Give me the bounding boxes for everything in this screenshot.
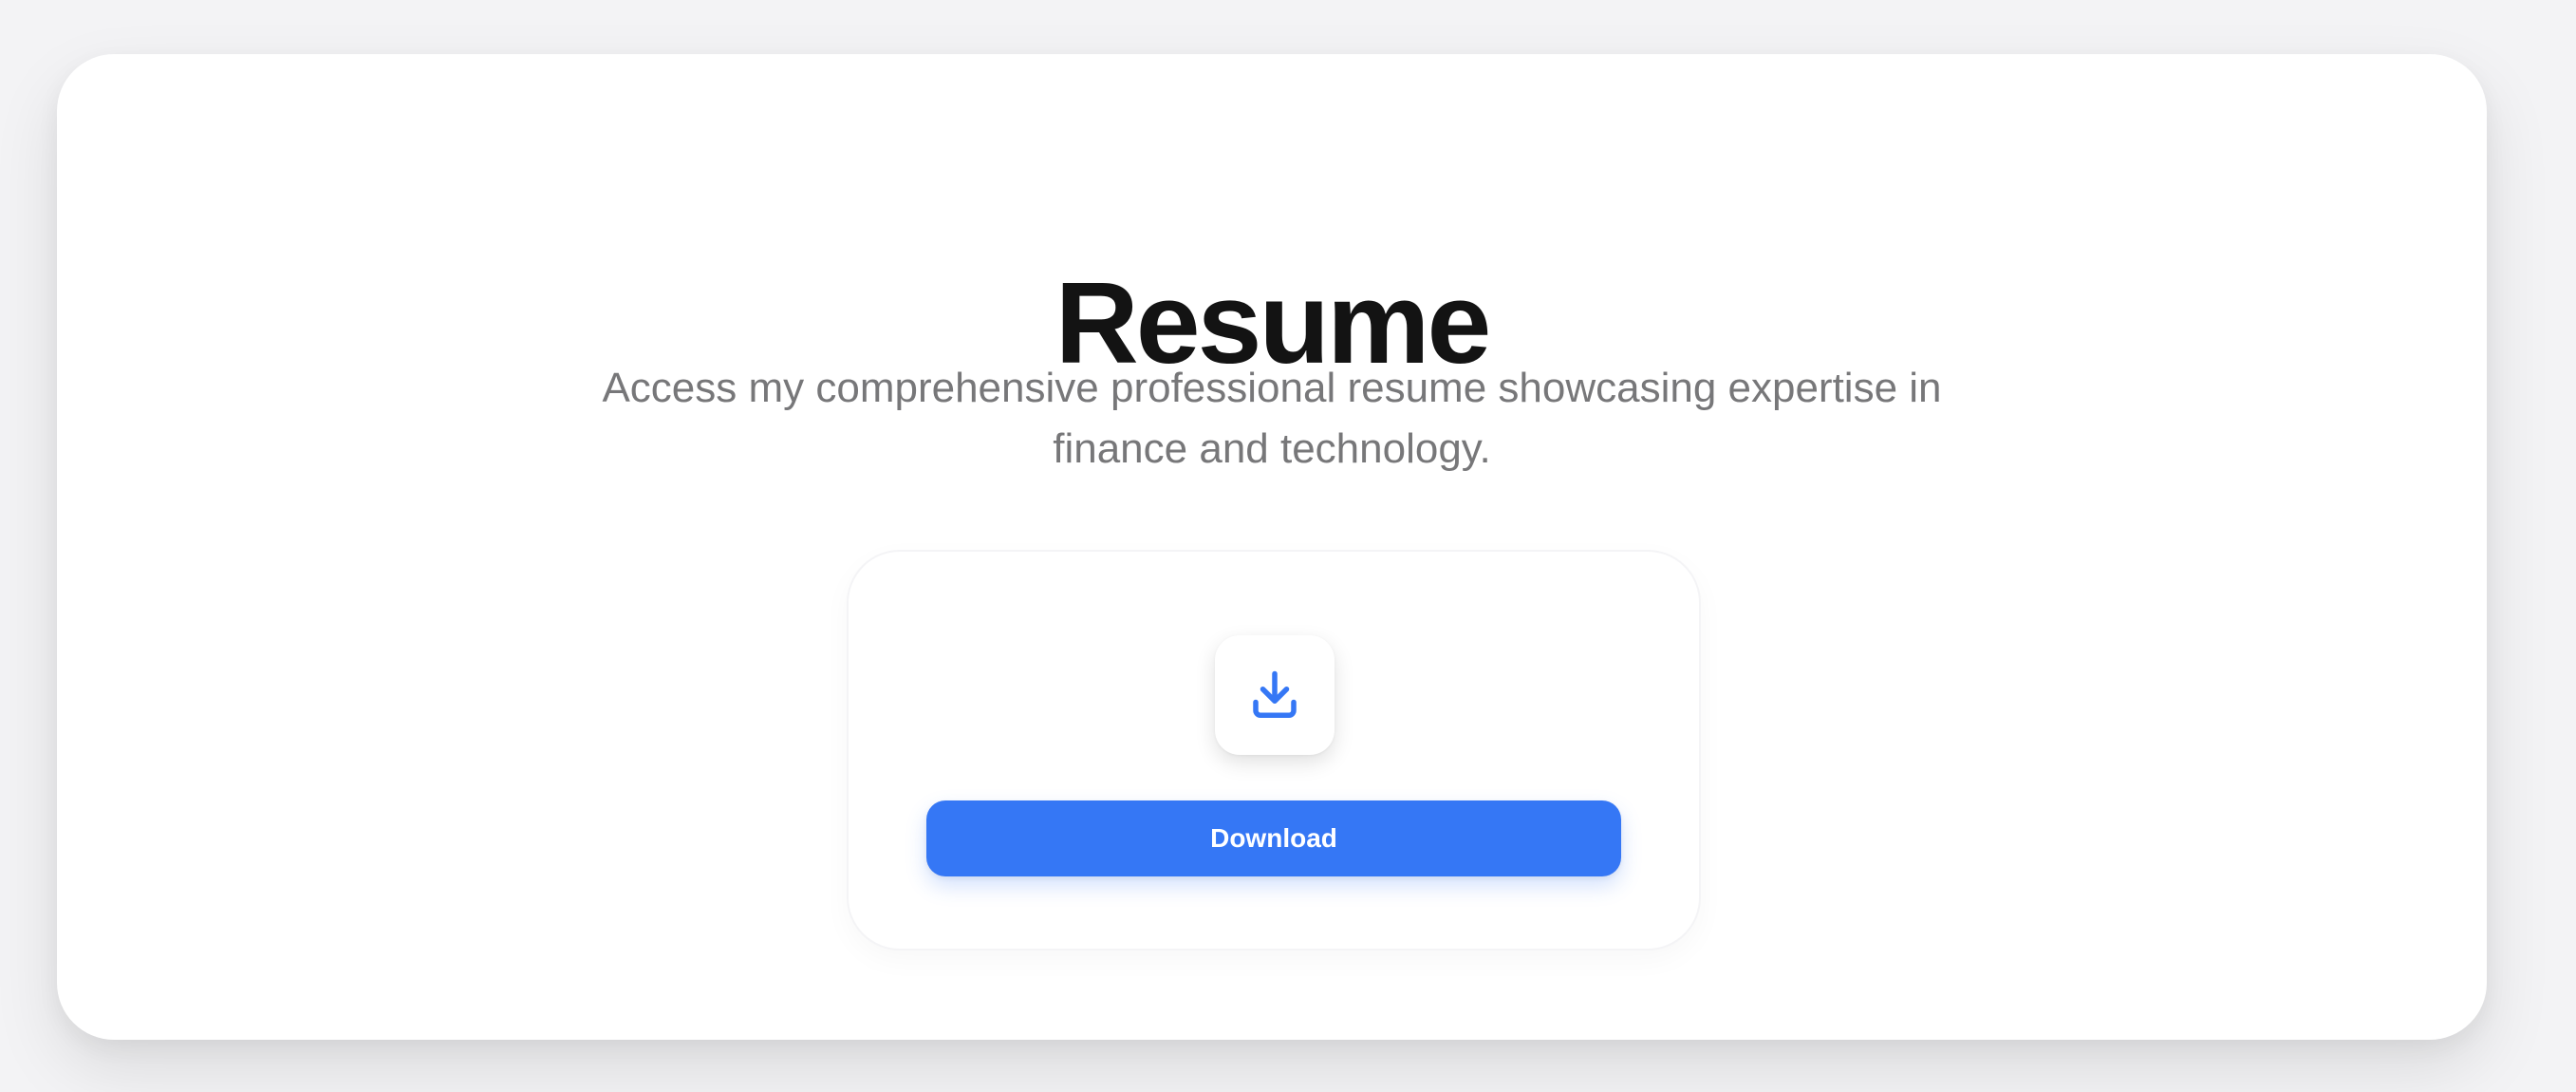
download-icon <box>1253 670 1297 718</box>
download-icon-tile <box>1215 635 1335 755</box>
resume-card: Resume Access my comprehensive professio… <box>57 54 2487 1040</box>
download-button[interactable]: Download <box>926 800 1621 876</box>
page-subtitle: Access my comprehensive professional res… <box>602 365 1942 472</box>
download-card: Download <box>847 550 1701 951</box>
